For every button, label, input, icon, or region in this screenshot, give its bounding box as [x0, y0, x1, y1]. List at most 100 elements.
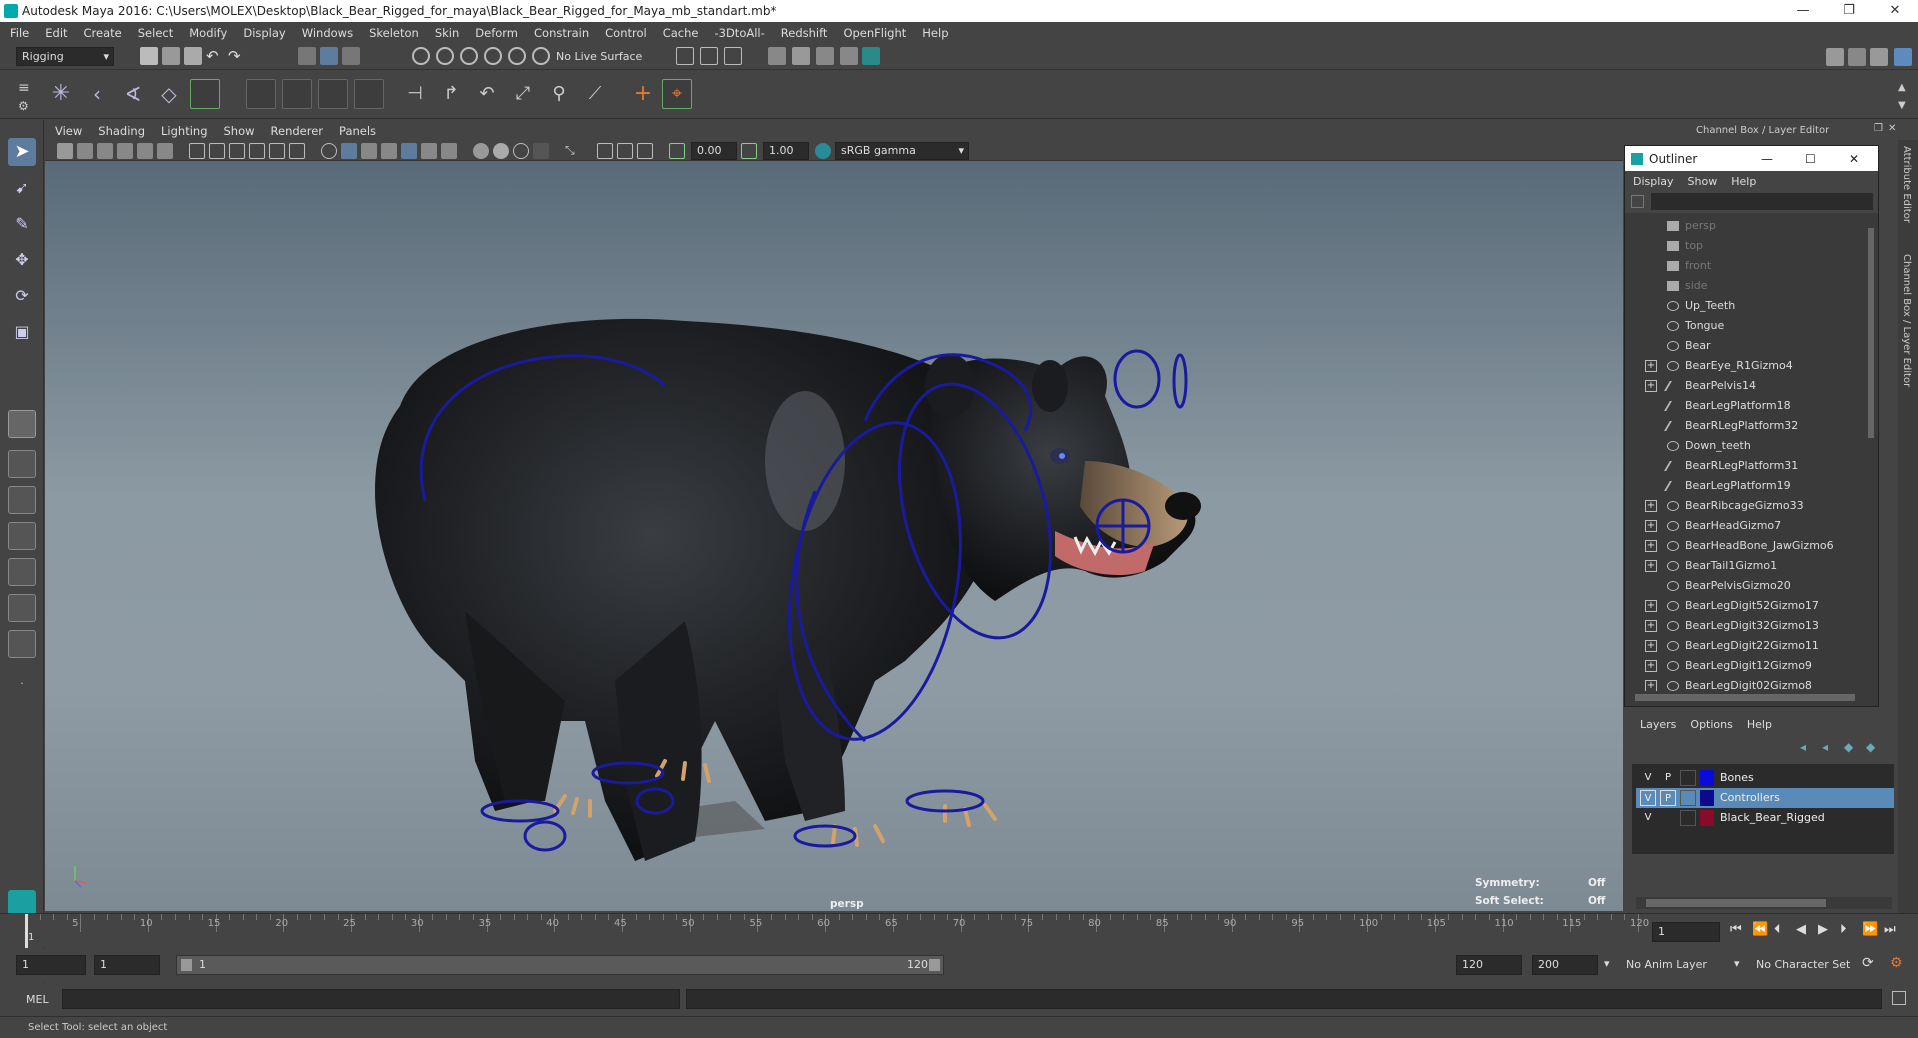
camera-icon[interactable]	[57, 143, 73, 159]
snap-surface-icon[interactable]	[508, 47, 526, 65]
shelf-scroll-down-icon[interactable]: ▼	[1898, 97, 1916, 115]
outliner-search-input[interactable]	[1651, 193, 1873, 210]
smooth-shade-icon[interactable]	[341, 143, 357, 159]
layer-color-swatch[interactable]	[1700, 770, 1714, 786]
new-empty-layer-icon[interactable]: ◆	[1844, 740, 1853, 754]
gamma-field[interactable]: 1.00	[763, 142, 809, 160]
chevron-down-icon[interactable]: ▾	[1734, 957, 1740, 970]
hypershade-layout-icon[interactable]	[8, 594, 36, 622]
channel-box-tab[interactable]: Channel Box / Layer Editor	[1901, 254, 1912, 387]
color-management-icon[interactable]	[815, 143, 831, 159]
menu-help[interactable]: Help	[922, 26, 948, 40]
insert-joint-icon[interactable]: ‹	[82, 79, 112, 109]
layer-menu-layers[interactable]: Layers	[1640, 718, 1676, 731]
xray-joints-icon[interactable]	[597, 143, 613, 159]
outliner-item[interactable]: + BearEye_R1Gizmo4	[1625, 356, 1865, 376]
select-tool-icon[interactable]: ➤	[8, 138, 36, 166]
outliner-close-button[interactable]: ✕	[1849, 152, 1859, 166]
paint-weights-icon[interactable]	[246, 79, 276, 109]
expand-icon[interactable]: +	[1645, 660, 1657, 672]
layer-color-swatch[interactable]	[1700, 810, 1714, 826]
xray-components-icon[interactable]	[617, 143, 633, 159]
new-layer-selected-icon[interactable]: ◆	[1866, 740, 1875, 754]
viewport-persp[interactable]: persp Symmetry: Off Soft Select: Off	[45, 161, 1623, 911]
open-scene-icon[interactable]	[162, 47, 180, 65]
menu-openflight[interactable]: OpenFlight	[843, 26, 906, 40]
ambient-occlusion-icon[interactable]	[441, 143, 457, 159]
expand-icon[interactable]: +	[1645, 620, 1657, 632]
ipr-render-icon[interactable]	[724, 47, 742, 65]
grease-pencil-icon[interactable]	[157, 143, 173, 159]
expand-icon[interactable]: +	[1645, 540, 1657, 552]
outliner-item[interactable]: Tongue	[1625, 316, 1865, 336]
camera-attributes-icon[interactable]	[77, 143, 93, 159]
outliner-hscroll-thumb[interactable]	[1635, 694, 1855, 701]
outliner-item[interactable]: BearLegPlatform18	[1625, 396, 1865, 416]
redo-icon[interactable]: ↷	[228, 47, 246, 65]
render-view-icon[interactable]	[768, 47, 786, 65]
menu-modify[interactable]: Modify	[189, 26, 227, 40]
outliner-hscrollbar[interactable]	[1625, 691, 1878, 705]
use-all-lights-icon[interactable]	[401, 143, 417, 159]
command-input[interactable]	[62, 989, 680, 1009]
outliner-menu-display[interactable]: Display	[1633, 175, 1674, 188]
outliner-item[interactable]: + BearLegDigit32Gizmo13	[1625, 616, 1865, 636]
graph-layout-icon[interactable]	[8, 558, 36, 586]
auto-key-icon[interactable]: ⟳	[1862, 955, 1874, 971]
cluster-icon[interactable]	[318, 79, 348, 109]
two-pane-layout-icon[interactable]	[8, 486, 36, 514]
single-pane-layout-icon[interactable]	[8, 410, 36, 438]
shelf-menu-icon[interactable]: ≡	[18, 79, 36, 97]
joint-tool-icon[interactable]: ✳	[46, 79, 76, 109]
outliner-item[interactable]: + BearHeadGizmo7	[1625, 516, 1865, 536]
snap-point-icon[interactable]	[460, 47, 478, 65]
grid-icon[interactable]	[189, 143, 205, 159]
layer-visibility-toggle[interactable]: V	[1640, 770, 1656, 786]
outliner-item[interactable]: + BearLegDigit22Gizmo11	[1625, 636, 1865, 656]
menu-deform[interactable]: Deform	[475, 26, 518, 40]
textured-icon[interactable]	[381, 143, 397, 159]
move-layer-up-icon[interactable]: ◂	[1800, 740, 1806, 754]
render-settings-icon[interactable]	[816, 47, 834, 65]
layer-visibility-toggle[interactable]: V	[1640, 810, 1656, 826]
panel-menu-shading[interactable]: Shading	[98, 124, 145, 138]
layer-hscrollbar[interactable]	[1636, 897, 1892, 909]
attribute-editor-toggle-icon[interactable]	[1848, 48, 1866, 66]
expand-icon[interactable]: +	[1645, 520, 1657, 532]
ik-spline-icon[interactable]: ◇	[154, 79, 184, 109]
menu-create[interactable]: Create	[84, 26, 122, 40]
orient-constraint-icon[interactable]: ↶	[472, 79, 502, 109]
parent-constraint-icon[interactable]: ⚲	[544, 79, 574, 109]
step-back-frame-icon[interactable]: ⏪	[1752, 922, 1768, 937]
chevron-down-icon[interactable]: ▾	[1604, 957, 1610, 970]
render-region-icon[interactable]	[676, 47, 694, 65]
menu-set-dropdown[interactable]: Rigging ▾	[16, 47, 114, 66]
command-language-label[interactable]: MEL	[26, 993, 49, 1006]
outliner-item[interactable]: + BearHeadBone_JawGizmo6	[1625, 536, 1865, 556]
menu-cache[interactable]: Cache	[663, 26, 699, 40]
scale-constraint-icon[interactable]: ⤢	[508, 79, 538, 109]
time-ruler[interactable]: 5 10 15 20 25 30 35 40 45 50 55 60 65 70 75 80 85 90 95 100…	[25, 914, 1649, 948]
layer-row[interactable]: V Black_Bear_Rigged	[1636, 808, 1894, 828]
render-frame-icon[interactable]	[700, 47, 718, 65]
menu-file[interactable]: File	[10, 26, 29, 40]
outliner-item[interactable]: Down_teeth	[1625, 436, 1865, 456]
script-editor-icon[interactable]	[1892, 991, 1906, 1005]
panel-menu-panels[interactable]: Panels	[339, 124, 376, 138]
motion-blur-icon[interactable]	[473, 143, 489, 159]
anim-layer-label[interactable]: No Anim Layer	[1626, 958, 1707, 971]
layout-more-icon[interactable]: ·	[8, 670, 36, 698]
outliner-vscrollbar[interactable]	[1866, 218, 1876, 686]
range-slider[interactable]: 1 120	[176, 955, 944, 975]
shelf-scroll-up-icon[interactable]: ▲	[1898, 79, 1916, 97]
go-to-end-icon[interactable]: ⏭	[1884, 922, 1896, 937]
panel-menu-lighting[interactable]: Lighting	[161, 124, 207, 138]
paint-select-icon[interactable]: ✎	[8, 210, 36, 238]
scale-tool-icon[interactable]: ▣	[8, 318, 36, 346]
modeling-toolkit-icon[interactable]	[1826, 48, 1844, 66]
wireframe-icon[interactable]	[321, 143, 337, 159]
outliner-item[interactable]: Up_Teeth	[1625, 296, 1865, 316]
attribute-editor-tab[interactable]: Attribute Editor	[1901, 146, 1912, 223]
step-forward-key-icon[interactable]: ⏵	[1840, 922, 1847, 937]
step-forward-frame-icon[interactable]: ⏩	[1862, 922, 1878, 937]
